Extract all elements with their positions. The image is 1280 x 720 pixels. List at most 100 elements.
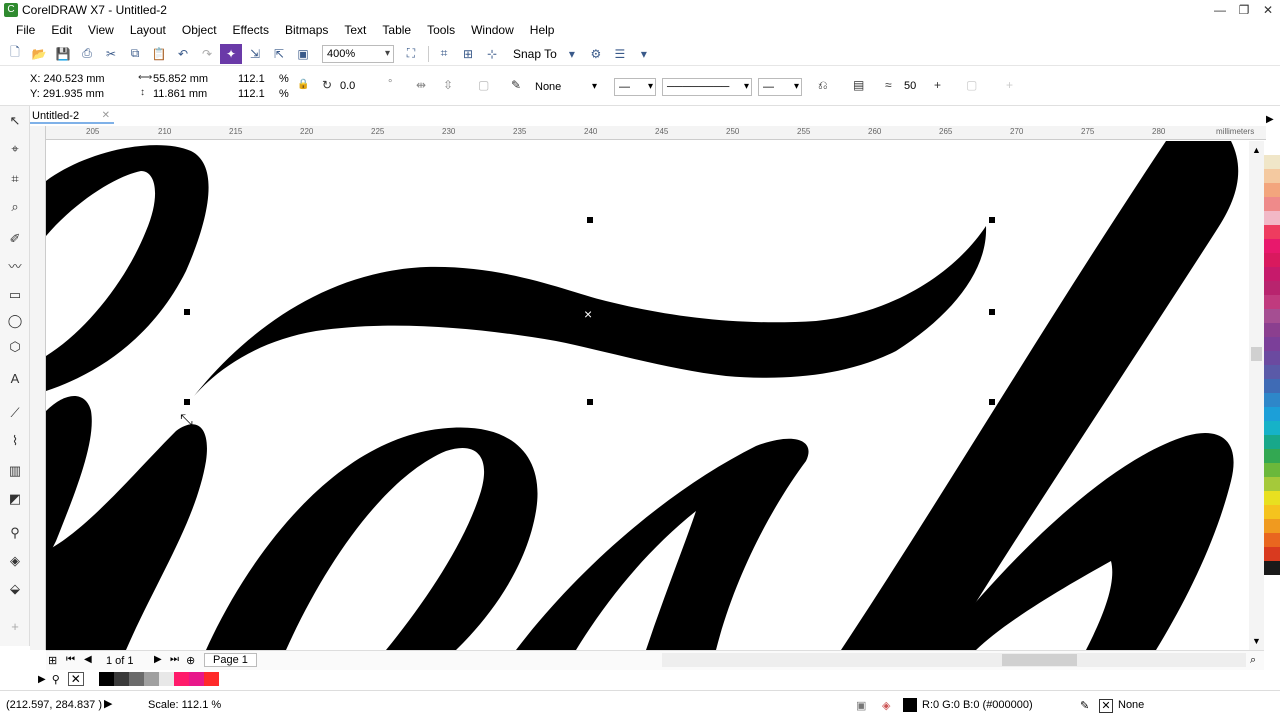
- palette-swatch[interactable]: [1264, 463, 1280, 477]
- connector-tool-icon[interactable]: ⌇: [6, 432, 24, 450]
- eyedropper-icon[interactable]: ⚲: [52, 673, 60, 686]
- position-x-field[interactable]: X: 240.523 mm: [30, 73, 105, 85]
- line-style-select[interactable]: ──────── ▾: [662, 78, 752, 96]
- vertical-ruler[interactable]: [30, 126, 46, 650]
- menu-layout[interactable]: Layout: [122, 23, 174, 37]
- publish-pdf-icon[interactable]: ▣: [292, 44, 314, 64]
- no-outline-swatch[interactable]: ✕: [1099, 699, 1113, 713]
- menu-text[interactable]: Text: [336, 23, 374, 37]
- document-color-swatch[interactable]: [83, 672, 99, 686]
- close-curve-icon[interactable]: ⎌: [818, 78, 828, 93]
- palette-swatch[interactable]: [1264, 253, 1280, 267]
- smoothing-field[interactable]: 50: [904, 80, 916, 92]
- palette-swatch[interactable]: [1264, 491, 1280, 505]
- palette-swatch[interactable]: [1264, 169, 1280, 183]
- document-color-swatch[interactable]: [128, 672, 144, 686]
- snap-chevron-icon[interactable]: ▾: [561, 44, 583, 64]
- palette-swatch[interactable]: [1264, 379, 1280, 393]
- menu-window[interactable]: Window: [463, 23, 522, 37]
- menu-table[interactable]: Table: [374, 23, 419, 37]
- palette-swatch[interactable]: [1264, 295, 1280, 309]
- minimize-icon[interactable]: —: [1208, 0, 1232, 20]
- drop-shadow-icon[interactable]: ▥: [6, 462, 24, 480]
- palette-swatch[interactable]: [1264, 393, 1280, 407]
- mirror-horizontal-icon[interactable]: ⇹: [416, 78, 426, 92]
- eyedropper-tool-icon[interactable]: ⚲: [6, 524, 24, 542]
- ellipse-tool-icon[interactable]: ◯: [6, 312, 24, 330]
- show-guidelines-icon[interactable]: ⊹: [481, 44, 503, 64]
- document-color-swatch[interactable]: [158, 672, 174, 686]
- palette-swatch[interactable]: [1264, 561, 1280, 575]
- application-launcher-icon[interactable]: ☰: [609, 44, 631, 64]
- document-color-swatch[interactable]: [143, 672, 159, 686]
- vertical-scrollbar[interactable]: ▲ ▼: [1249, 141, 1264, 650]
- end-arrowhead-select[interactable]: — ▾: [758, 78, 802, 96]
- open-icon[interactable]: 📂: [28, 44, 50, 64]
- add-tool-icon[interactable]: +: [6, 618, 24, 636]
- previous-page-icon[interactable]: ◀: [84, 654, 92, 665]
- lock-ratio-icon[interactable]: 🔒: [297, 79, 309, 90]
- palette-swatch[interactable]: [1264, 211, 1280, 225]
- palette-swatch[interactable]: [1264, 351, 1280, 365]
- smart-fill-icon[interactable]: ⬙: [6, 580, 24, 598]
- print-icon[interactable]: ⎙: [76, 44, 98, 64]
- palette-swatch[interactable]: [1264, 533, 1280, 547]
- document-color-swatch[interactable]: [203, 672, 219, 686]
- export-icon[interactable]: ⇱: [268, 44, 290, 64]
- scale-y-field[interactable]: 112.1: [238, 88, 265, 100]
- palette-swatch[interactable]: [1264, 547, 1280, 561]
- copy-icon[interactable]: ⧉: [124, 44, 146, 64]
- document-color-swatch[interactable]: [98, 672, 114, 686]
- palette-swatch[interactable]: [1264, 407, 1280, 421]
- undo-icon[interactable]: ↶: [172, 44, 194, 64]
- interactive-fill-icon[interactable]: ◈: [6, 552, 24, 570]
- palette-swatch[interactable]: [1264, 477, 1280, 491]
- add-icon[interactable]: +: [934, 78, 941, 92]
- menu-view[interactable]: View: [80, 23, 122, 37]
- document-color-swatch[interactable]: [173, 672, 189, 686]
- palette-swatch[interactable]: [1264, 309, 1280, 323]
- palette-swatch[interactable]: [1264, 267, 1280, 281]
- page-tab[interactable]: Page 1: [204, 653, 257, 667]
- rotation-field[interactable]: 0.0: [340, 80, 355, 92]
- crop-tool-icon[interactable]: ⌗: [6, 170, 24, 188]
- palette-swatch[interactable]: [1264, 421, 1280, 435]
- mirror-vertical-icon[interactable]: ⇳: [443, 78, 453, 92]
- zoom-navigator-icon[interactable]: ⌕: [1250, 654, 1256, 667]
- options-icon[interactable]: ⚙: [585, 44, 607, 64]
- artistic-media-icon[interactable]: 〰: [6, 258, 24, 276]
- search-content-icon[interactable]: ✦: [220, 43, 242, 64]
- palette-swatch[interactable]: [1264, 183, 1280, 197]
- menu-edit[interactable]: Edit: [43, 23, 80, 37]
- freehand-tool-icon[interactable]: ✐: [6, 230, 24, 248]
- shape-tool-icon[interactable]: ⌖: [6, 140, 24, 158]
- height-field[interactable]: 11.861 mm: [153, 88, 207, 100]
- next-page-icon[interactable]: ▶: [154, 654, 162, 665]
- last-page-icon[interactable]: ⏭: [170, 654, 179, 665]
- menu-object[interactable]: Object: [174, 23, 225, 37]
- palette-swatch[interactable]: [1264, 323, 1280, 337]
- scroll-up-icon[interactable]: ▲: [1252, 145, 1261, 155]
- show-rulers-icon[interactable]: ⌗: [433, 44, 455, 64]
- save-icon[interactable]: 💾: [52, 44, 74, 64]
- document-color-settings-icon[interactable]: ▣: [856, 699, 866, 712]
- rectangle-tool-icon[interactable]: ▭: [6, 286, 24, 304]
- snap-to-dropdown[interactable]: Snap To: [513, 47, 557, 61]
- close-tab-icon[interactable]: ✕: [102, 108, 110, 124]
- palette-swatch[interactable]: [1264, 505, 1280, 519]
- width-field[interactable]: 55.852 mm: [153, 73, 208, 85]
- document-color-swatches[interactable]: [83, 672, 219, 686]
- polygon-tool-icon[interactable]: ⬡: [6, 338, 24, 356]
- play-icon[interactable]: ▶: [104, 697, 112, 710]
- new-document-icon[interactable]: 🗋: [4, 44, 26, 64]
- palette-swatch[interactable]: [1264, 225, 1280, 239]
- first-page-icon[interactable]: ⏮: [66, 654, 75, 665]
- cut-icon[interactable]: ✂: [100, 44, 122, 64]
- palette-swatch[interactable]: [1264, 337, 1280, 351]
- pick-tool-icon[interactable]: ↖: [6, 112, 24, 130]
- bounding-box-icon[interactable]: ▢: [478, 78, 489, 92]
- transparency-icon[interactable]: ◩: [6, 490, 24, 508]
- palette-swatch[interactable]: [1264, 449, 1280, 463]
- menu-help[interactable]: Help: [522, 23, 563, 37]
- vertical-scroll-thumb[interactable]: [1251, 347, 1262, 361]
